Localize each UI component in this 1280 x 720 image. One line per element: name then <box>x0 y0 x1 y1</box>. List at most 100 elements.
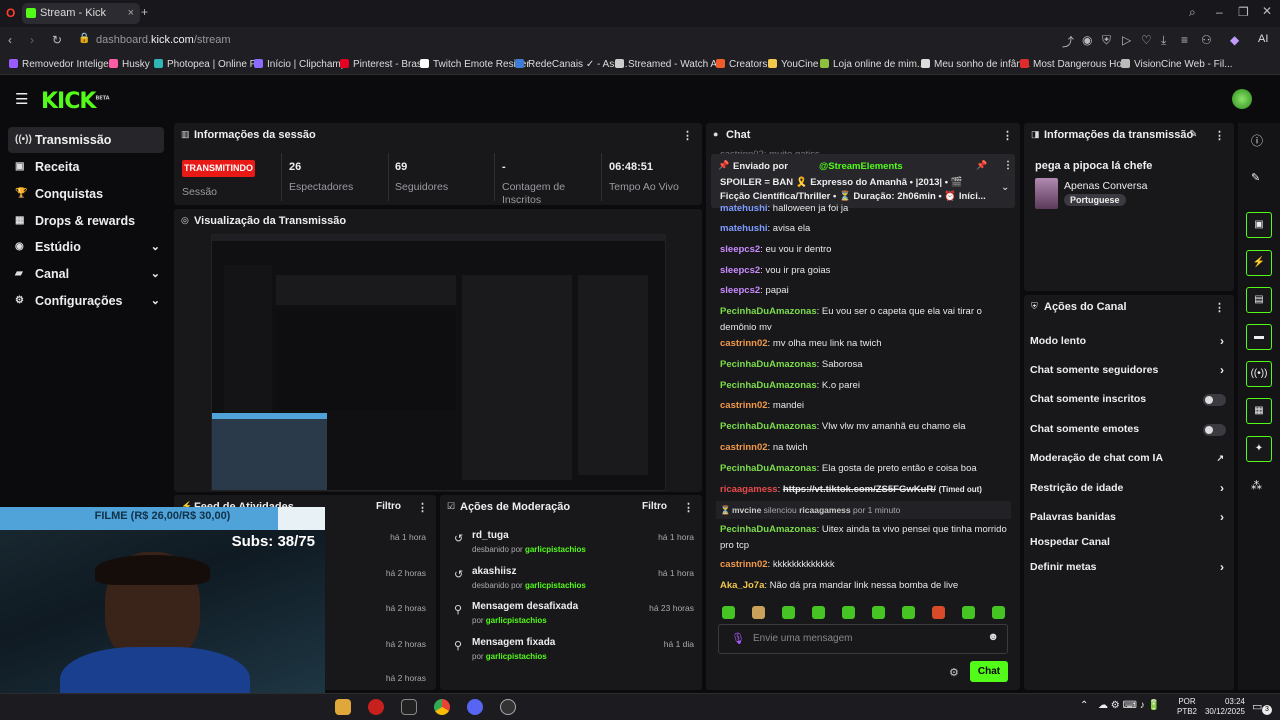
chat-username[interactable]: ricaagamess <box>720 484 778 495</box>
sidebar-item-estudio[interactable]: ◉ Estúdio ⌄ <box>8 234 164 260</box>
url-field[interactable]: dashboard.kick.com/stream <box>96 34 231 46</box>
sidebar-item-receita[interactable]: ▣ Receita <box>8 154 164 180</box>
sidebar-item-drops[interactable]: ▦ Drops & rewards <box>8 208 164 234</box>
emote-icon[interactable] <box>842 606 855 619</box>
moderation-row[interactable]: ↺ rd_tuga desbanido por garlicpistachios… <box>446 530 698 564</box>
new-tab-icon[interactable]: + <box>141 5 148 19</box>
emoji-icon[interactable]: ☻ <box>987 631 999 643</box>
emote-icon[interactable] <box>932 606 945 619</box>
bookmark-item[interactable]: Creators <box>716 57 767 73</box>
chat-username[interactable]: PecinhaDuAmazonas <box>720 524 817 535</box>
rail-lightning-button[interactable]: ⚡ <box>1246 250 1272 276</box>
chat-username[interactable]: PecinhaDuAmazonas <box>720 421 817 432</box>
bookmark-item[interactable]: Pinterest - Brasil <box>340 57 426 73</box>
forward-icon[interactable]: › <box>30 33 34 47</box>
kebab-menu-icon[interactable]: ⋮ <box>682 129 693 142</box>
sidebar-item-configuracoes[interactable]: ⚙ Configurações ⌄ <box>8 288 164 314</box>
rail-tools-button[interactable]: ✦ <box>1246 436 1272 462</box>
bookmark-item[interactable]: Início | Clipchamp <box>254 57 346 73</box>
chat-username[interactable]: PecinhaDuAmazonas <box>720 306 817 317</box>
opera-icon[interactable] <box>368 699 384 715</box>
chat-username[interactable]: castrinn02 <box>720 400 768 411</box>
chat-link[interactable]: https://vt.tiktok.com/ZS5FGwKuR/ <box>783 484 936 495</box>
emote-icon[interactable] <box>872 606 885 619</box>
bookmark-item[interactable]: YouCine <box>768 57 818 73</box>
bookmark-item[interactable]: Twitch Emote Resizer <box>420 57 530 73</box>
ai-button[interactable]: AI <box>1258 33 1268 45</box>
action-slow-mode[interactable]: Modo lento › <box>1030 331 1228 351</box>
extension-icon[interactable]: ◆ <box>1230 33 1239 47</box>
rail-layout-button[interactable]: ▦ <box>1246 398 1272 424</box>
share-icon[interactable]: ⤴ <box>1062 33 1074 50</box>
tray-icons[interactable]: ☁ ⚙ ⌨ ♪ 🔋 <box>1098 700 1160 711</box>
kebab-menu-icon[interactable]: ⋮ <box>1214 301 1225 314</box>
kebab-menu-icon[interactable]: ⋮ <box>1002 129 1013 142</box>
action-emotes-only[interactable]: Chat somente emotes <box>1030 419 1228 439</box>
emote-icon[interactable] <box>722 606 735 619</box>
chat-username[interactable]: castrinn02 <box>720 338 768 349</box>
hamburger-menu-icon[interactable]: ☰ <box>15 90 28 108</box>
bookmark-item[interactable]: VisionCine Web - Fil... <box>1121 57 1233 73</box>
reload-icon[interactable]: ↻ <box>52 33 62 47</box>
chat-username[interactable]: sleepcs2 <box>720 244 760 255</box>
chat-input[interactable]: 🎙 Envie uma mensagem ☻ <box>718 624 1008 654</box>
search-tabs-icon[interactable]: ⌕ <box>1189 5 1196 20</box>
moderation-row[interactable]: ⚲ Mensagem desafixada por garlicpistachi… <box>446 601 698 635</box>
avatar[interactable] <box>1232 89 1252 109</box>
bookmark-item[interactable]: Removedor Intelige... <box>9 57 117 73</box>
moderation-row[interactable]: ↺ akashiisz desbanido por garlicpistachi… <box>446 566 698 600</box>
kebab-menu-icon[interactable]: ⋮ <box>1003 160 1013 171</box>
action-age-restriction[interactable]: Restrição de idade › <box>1030 478 1228 498</box>
edit-icon[interactable]: ✎ <box>1189 129 1197 140</box>
tab-close-icon[interactable]: × <box>128 3 134 24</box>
rail-chat-button[interactable]: ▬ <box>1246 324 1272 350</box>
chat-settings-icon[interactable]: ⚙ <box>949 666 959 679</box>
bookmark-item[interactable]: Streamed - Watch A... <box>615 57 725 73</box>
kebab-menu-icon[interactable]: ⋮ <box>683 501 694 514</box>
bookmark-item[interactable]: Meu sonho de infân... <box>921 57 1030 73</box>
info-icon[interactable]: ⓘ <box>1251 132 1263 149</box>
emote-icon[interactable] <box>782 606 795 619</box>
bookmark-item[interactable]: Loja online de mim... <box>820 57 925 73</box>
emote-icon[interactable] <box>812 606 825 619</box>
emote-icon[interactable] <box>992 606 1005 619</box>
kebab-menu-icon[interactable]: ⋮ <box>417 501 428 514</box>
action-followers-only[interactable]: Chat somente seguidores › <box>1030 360 1228 380</box>
chat-username[interactable]: matehushi <box>720 203 768 214</box>
kebab-menu-icon[interactable]: ⋮ <box>1214 129 1225 142</box>
bookmark-item[interactable]: Most Dangerous Ho... <box>1020 57 1130 73</box>
pencil-icon[interactable]: ✎ <box>1251 171 1260 184</box>
pinned-message[interactable]: 📌 Enviado por @StreamElements 📌 ⋮ SPOILE… <box>711 154 1015 208</box>
moderation-filter-button[interactable]: Filtro <box>642 501 667 512</box>
kick-logo[interactable]: KICKBETA <box>41 89 110 114</box>
rail-notes-button[interactable]: ▤ <box>1246 287 1272 313</box>
chat-username[interactable]: castrinn02 <box>720 442 768 453</box>
emote-icon[interactable] <box>752 606 765 619</box>
chat-username[interactable]: matehushi <box>720 223 768 234</box>
back-icon[interactable]: ‹ <box>8 33 12 47</box>
download-icon[interactable]: ⤓ <box>1161 33 1166 48</box>
chat-username[interactable]: PecinhaDuAmazonas <box>720 380 817 391</box>
chevron-down-icon[interactable]: ⌄ <box>1001 182 1009 193</box>
category-thumbnail[interactable] <box>1035 178 1058 209</box>
chat-username[interactable]: castrinn02 <box>720 559 768 570</box>
opera-logo-icon[interactable]: O <box>6 6 15 20</box>
subscribers-only-toggle[interactable] <box>1203 394 1226 406</box>
minimize-icon[interactable]: – <box>1216 5 1223 19</box>
sidebar-item-canal[interactable]: ▰ Canal ⌄ <box>8 261 164 287</box>
rail-broadcast-button[interactable]: ((•)) <box>1246 361 1272 387</box>
stream-preview-video[interactable] <box>211 234 666 491</box>
chat-username[interactable]: sleepcs2 <box>720 265 760 276</box>
chat-username[interactable]: sleepcs2 <box>720 285 760 296</box>
clock[interactable]: 03:24 30/12/2025 <box>1200 697 1245 717</box>
chat-username[interactable]: PecinhaDuAmazonas <box>720 463 817 474</box>
profile-icon[interactable]: ⚇ <box>1201 33 1212 47</box>
chat-username[interactable]: PecinhaDuAmazonas <box>720 359 817 370</box>
emotes-only-toggle[interactable] <box>1203 424 1226 436</box>
language-indicator[interactable]: POR PTB2 <box>1177 697 1197 717</box>
moderation-row[interactable]: ⚲ Mensagem fixada por garlicpistachios h… <box>446 637 698 671</box>
file-explorer-icon[interactable] <box>335 699 351 715</box>
action-set-goals[interactable]: Definir metas › <box>1030 557 1228 577</box>
bookmark-item[interactable]: Photopea | Online P... <box>154 57 263 73</box>
unpin-icon[interactable]: 📌 <box>976 160 987 171</box>
